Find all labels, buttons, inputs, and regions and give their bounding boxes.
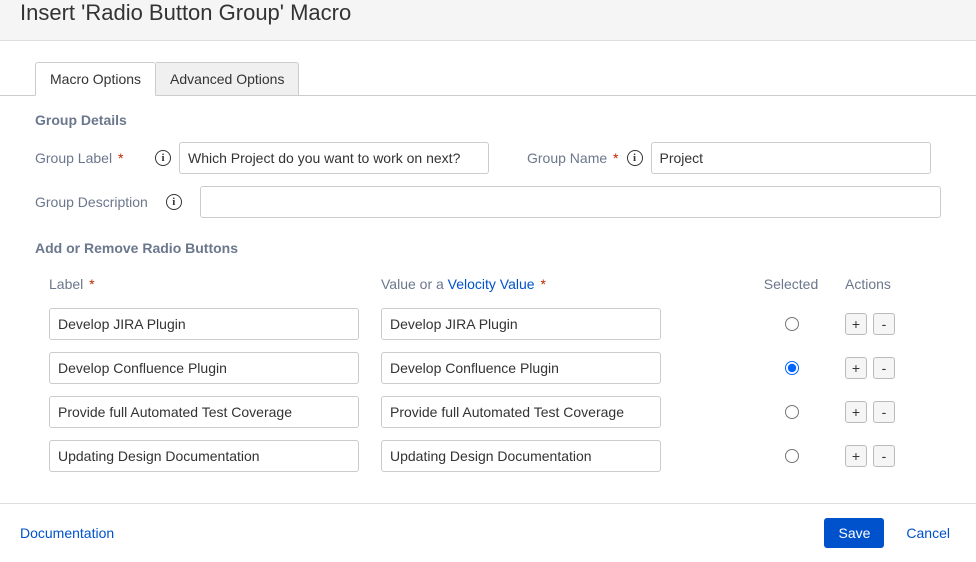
radio-selected[interactable]: [785, 405, 799, 419]
radio-row: +-: [35, 302, 941, 346]
tab-advanced-options[interactable]: Advanced Options: [156, 62, 299, 96]
required-star-icon: *: [118, 150, 123, 166]
group-description-input[interactable]: [200, 186, 941, 218]
cancel-button[interactable]: Cancel: [900, 524, 956, 542]
tab-content: Group Details Group Label * i Group Name…: [0, 95, 976, 494]
required-star-icon: *: [540, 276, 545, 292]
radio-value-input[interactable]: [381, 308, 661, 340]
radio-row: +-: [35, 346, 941, 390]
info-icon[interactable]: i: [155, 150, 171, 166]
radio-value-input[interactable]: [381, 440, 661, 472]
col-header-selected: Selected: [737, 276, 845, 292]
radio-label-input[interactable]: [49, 308, 359, 340]
tab-macro-options[interactable]: Macro Options: [35, 62, 156, 96]
radio-selected[interactable]: [785, 317, 799, 331]
col-header-label: Label *: [49, 276, 381, 292]
group-name-field: Group Name * i: [527, 142, 931, 174]
radio-label-input[interactable]: [49, 396, 359, 428]
group-details-heading: Group Details: [35, 112, 941, 128]
radio-section-heading: Add or Remove Radio Buttons: [35, 240, 941, 256]
save-button[interactable]: Save: [824, 518, 884, 548]
macro-dialog: Insert 'Radio Button Group' Macro Macro …: [0, 0, 976, 562]
remove-row-button[interactable]: -: [873, 357, 895, 379]
info-icon[interactable]: i: [627, 150, 643, 166]
radio-selected[interactable]: [785, 361, 799, 375]
radio-row: +-: [35, 434, 941, 478]
remove-row-button[interactable]: -: [873, 313, 895, 335]
group-label-input[interactable]: [179, 142, 489, 174]
dialog-title: Insert 'Radio Button Group' Macro: [20, 0, 956, 26]
radio-value-input[interactable]: [381, 352, 661, 384]
add-row-button[interactable]: +: [845, 313, 867, 335]
radio-label-input[interactable]: [49, 352, 359, 384]
documentation-link[interactable]: Documentation: [20, 525, 114, 541]
add-row-button[interactable]: +: [845, 445, 867, 467]
group-label-label: Group Label *: [35, 150, 147, 166]
radio-label-input[interactable]: [49, 440, 359, 472]
group-name-input[interactable]: [651, 142, 931, 174]
radio-selected[interactable]: [785, 449, 799, 463]
remove-row-button[interactable]: -: [873, 445, 895, 467]
group-description-row: Group Description i: [35, 186, 941, 218]
radio-value-input[interactable]: [381, 396, 661, 428]
dialog-header: Insert 'Radio Button Group' Macro: [0, 0, 976, 41]
required-star-icon: *: [89, 276, 94, 292]
remove-row-button[interactable]: -: [873, 401, 895, 423]
group-description-label: Group Description: [35, 194, 148, 210]
col-header-value: Value or a Velocity Value *: [381, 276, 737, 292]
radio-row: +-: [35, 390, 941, 434]
footer-actions: Save Cancel: [824, 518, 956, 548]
dialog-footer: Documentation Save Cancel: [0, 503, 976, 562]
required-star-icon: *: [613, 150, 618, 166]
info-icon[interactable]: i: [166, 194, 182, 210]
velocity-value-link[interactable]: Velocity Value: [448, 276, 535, 292]
col-header-actions: Actions: [845, 276, 925, 292]
dialog-body: Macro Options Advanced Options Group Det…: [0, 41, 976, 503]
radio-table-header: Label * Value or a Velocity Value * Sele…: [35, 270, 941, 302]
tabs: Macro Options Advanced Options: [0, 41, 976, 95]
radio-rows: +-+-+-+-: [35, 302, 941, 478]
group-label-name-row: Group Label * i Group Name * i: [35, 142, 941, 174]
group-label-field: Group Label * i: [35, 142, 489, 174]
add-row-button[interactable]: +: [845, 357, 867, 379]
group-name-label: Group Name *: [527, 150, 619, 166]
add-row-button[interactable]: +: [845, 401, 867, 423]
